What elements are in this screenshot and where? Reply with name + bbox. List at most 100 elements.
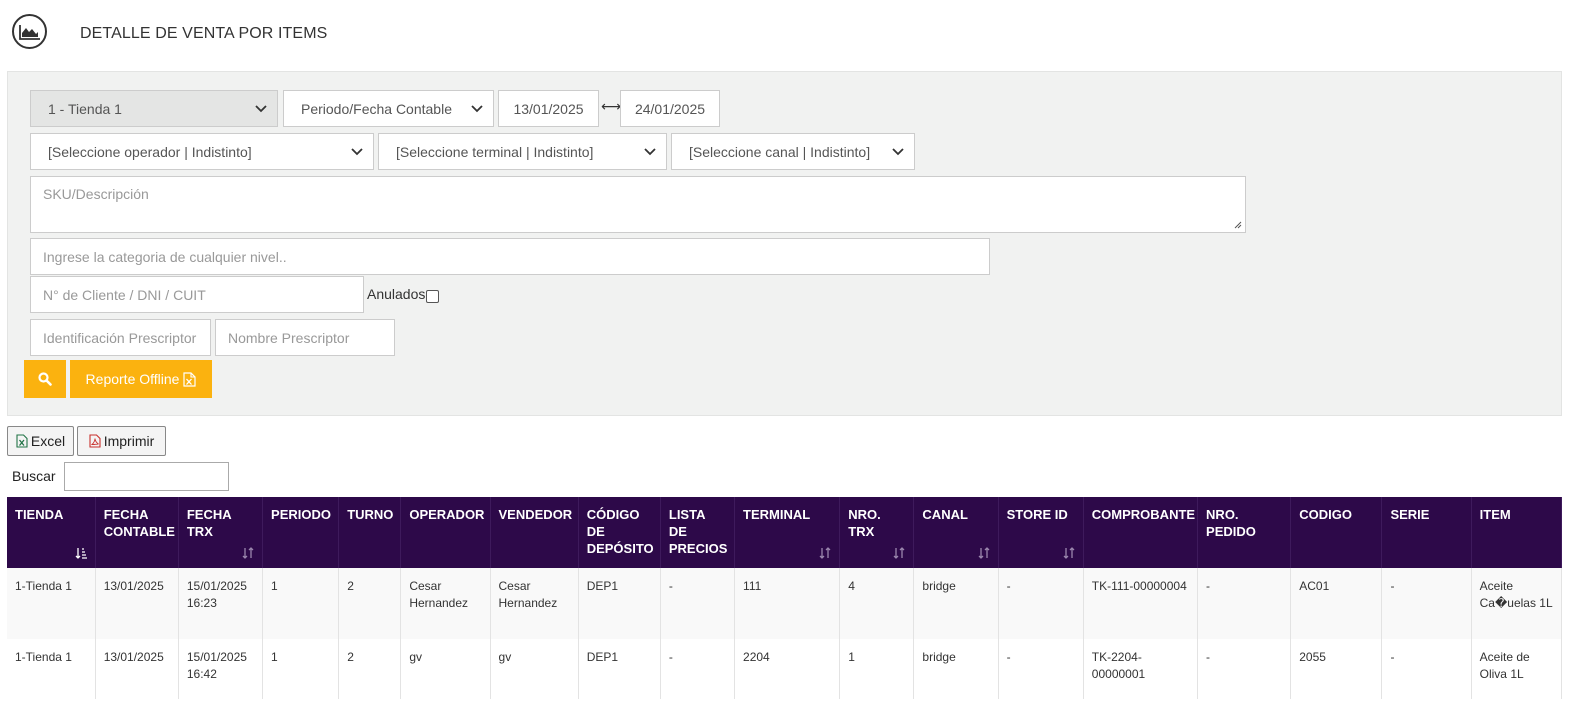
print-button[interactable]: Imprimir <box>77 426 166 456</box>
table-cell: gv <box>490 639 579 699</box>
table-cell: 1 <box>262 639 340 699</box>
column-header-serie[interactable]: SERIE <box>1381 497 1472 568</box>
prescriptor-name-input[interactable]: Nombre Prescriptor <box>215 319 395 356</box>
column-header-label: STORE ID <box>1006 507 1068 522</box>
date-from-input[interactable]: 13/01/2025 <box>498 90 599 127</box>
category-input[interactable]: Ingrese la categoria de cualquier nivel.… <box>30 238 990 275</box>
store-select[interactable]: 1 - Tienda 1 <box>30 90 278 127</box>
column-header-canal[interactable]: CANAL <box>913 497 999 568</box>
table-cell: 15/01/2025 16:23 <box>178 568 264 639</box>
sort-icon <box>242 547 254 559</box>
resize-grip-icon[interactable] <box>1234 221 1242 229</box>
table-cell: - <box>1197 639 1292 699</box>
column-header-label: OPERADOR <box>409 507 485 522</box>
table-cell: - <box>660 568 736 639</box>
column-header-fecha-contable[interactable]: FECHA CONTABLE <box>95 497 179 568</box>
column-header-item[interactable]: ITEM <box>1471 497 1563 568</box>
table-cell: Cesar Hernandez <box>400 568 491 639</box>
table-cell: 13/01/2025 <box>95 639 179 699</box>
excel-file-icon <box>183 371 197 387</box>
column-header-label: FECHA CONTABLE <box>103 507 175 539</box>
table-cell: bridge <box>913 568 999 639</box>
column-header-label: FECHA TRX <box>186 507 232 539</box>
column-header-fecha-trx[interactable]: FECHA TRX <box>178 497 264 568</box>
table-cell: 1-Tienda 1 <box>7 639 96 699</box>
sku-textarea[interactable]: SKU/Descripción <box>30 176 1246 233</box>
column-header-nro-trx[interactable]: NRO. TRX <box>839 497 915 568</box>
column-header-store-id[interactable]: STORE ID <box>998 497 1084 568</box>
table-row[interactable]: 1-Tienda 1 13/01/2025 15/01/2025 16:42 1… <box>7 639 1563 699</box>
store-select-value: 1 - Tienda 1 <box>48 100 122 117</box>
pdf-file-icon <box>89 434 101 448</box>
search-icon <box>38 372 52 386</box>
prescriptor-id-placeholder: Identificación Prescriptor <box>43 329 197 346</box>
table-cell: Cesar Hernandez <box>490 568 579 639</box>
column-header-operador[interactable]: OPERADOR <box>400 497 491 568</box>
chevron-down-icon <box>644 147 656 155</box>
table-cell: AC01 <box>1290 568 1383 639</box>
excel-label: Excel <box>30 433 66 449</box>
excel-button[interactable]: Excel <box>7 426 74 456</box>
table-cell: bridge <box>913 639 999 699</box>
date-range-arrow-icon: ⟷ <box>601 98 622 114</box>
search-button[interactable] <box>24 360 66 398</box>
column-header-terminal[interactable]: TERMINAL <box>734 497 841 568</box>
table-cell: - <box>1381 639 1472 699</box>
offline-report-button[interactable]: Reporte Offline <box>70 360 212 398</box>
table-cell: 1 <box>262 568 340 639</box>
channel-select[interactable]: [Seleccione canal | Indistinto] <box>671 133 915 170</box>
operator-select-value: [Seleccione operador | Indistinto] <box>48 143 252 160</box>
period-select[interactable]: Periodo/Fecha Contable <box>283 90 494 127</box>
table-cell: Aceite Ca�uelas 1L <box>1471 568 1563 639</box>
sort-icon <box>819 547 831 559</box>
operator-select[interactable]: [Seleccione operador | Indistinto] <box>30 133 374 170</box>
table-cell: 1-Tienda 1 <box>7 568 96 639</box>
table-search-input[interactable] <box>64 462 229 491</box>
chevron-down-icon <box>351 147 363 155</box>
client-input[interactable]: N° de Cliente / DNI / CUIT <box>30 276 364 313</box>
table-cell: Aceite de Oliva 1L <box>1471 639 1563 699</box>
table-cell: TK-111-00000004 <box>1083 568 1199 639</box>
chevron-down-icon <box>892 147 904 155</box>
table-cell: - <box>998 639 1084 699</box>
table-cell: 4 <box>839 568 915 639</box>
anulados-label: Anulados <box>367 286 426 302</box>
table-cell: 2204 <box>734 639 841 699</box>
column-header-lista-precios[interactable]: LISTA DE PRECIOS <box>660 497 736 568</box>
table-cell: gv <box>400 639 491 699</box>
terminal-select[interactable]: [Seleccione terminal | Indistinto] <box>378 133 667 170</box>
category-placeholder: Ingrese la categoria de cualquier nivel.… <box>43 248 287 265</box>
table-cell: - <box>1197 568 1292 639</box>
sku-placeholder: SKU/Descripción <box>43 186 149 202</box>
column-header-label: CODIGO <box>1299 507 1352 522</box>
column-header-codigo-deposito[interactable]: CÓDIGO DE DEPÓSITO <box>578 497 661 568</box>
column-header-comprobante[interactable]: COMPROBANTE <box>1083 497 1199 568</box>
column-header-turno[interactable]: TURNO <box>338 497 402 568</box>
chevron-down-icon <box>255 104 267 112</box>
anulados-checkbox[interactable] <box>426 290 439 303</box>
column-header-label: CANAL <box>922 507 968 522</box>
column-header-label: TURNO <box>347 507 394 522</box>
column-header-vendedor[interactable]: VENDEDOR <box>490 497 579 568</box>
date-to-input[interactable]: 24/01/2025 <box>620 90 720 127</box>
area-chart-icon <box>12 14 47 49</box>
column-header-codigo[interactable]: CODIGO <box>1290 497 1383 568</box>
chevron-down-icon <box>471 104 483 112</box>
period-select-value: Periodo/Fecha Contable <box>301 100 452 117</box>
table-cell: - <box>660 639 736 699</box>
table-cell: 15/01/2025 16:42 <box>178 639 264 699</box>
column-header-label: ITEM <box>1479 507 1511 522</box>
prescriptor-id-input[interactable]: Identificación Prescriptor <box>30 319 211 356</box>
column-header-tienda[interactable]: TIENDA <box>7 497 96 568</box>
column-header-label: NRO. PEDIDO <box>1206 507 1256 539</box>
column-header-periodo[interactable]: PERIODO <box>262 497 340 568</box>
table-search-label: Buscar <box>12 468 56 484</box>
table-header-row: TIENDA FECHA CONTABLE FECHA TRX PERIODO … <box>7 497 1563 568</box>
column-header-nro-pedido[interactable]: NRO. PEDIDO <box>1197 497 1292 568</box>
table-cell: TK-2204-00000001 <box>1083 639 1199 699</box>
channel-select-value: [Seleccione canal | Indistinto] <box>689 143 871 160</box>
table-cell: DEP1 <box>578 639 661 699</box>
table-cell: - <box>1381 568 1472 639</box>
sort-ascending-icon <box>75 548 87 559</box>
table-row[interactable]: 1-Tienda 1 13/01/2025 15/01/2025 16:23 1… <box>7 568 1563 639</box>
